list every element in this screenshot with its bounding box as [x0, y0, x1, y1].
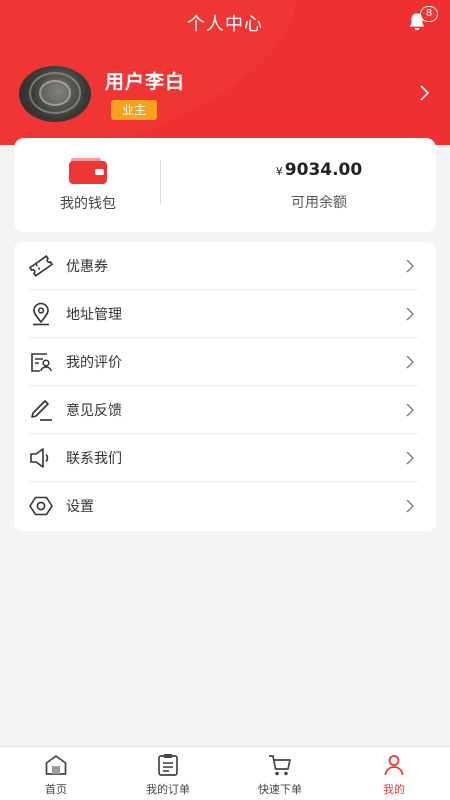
role-badge: 业主 [111, 100, 157, 120]
chevron-right-icon [406, 499, 414, 513]
balance-value: 9034.00 [284, 160, 363, 180]
chevron-right-icon [406, 403, 414, 417]
nav-label: 我的 [383, 783, 405, 796]
currency-symbol: ¥ [275, 165, 283, 178]
profile-header: 个人中心 8 用户李白 业主 [0, 0, 450, 145]
menu-item-contact[interactable]: 联系我们 [14, 434, 436, 482]
chevron-right-icon [406, 307, 414, 321]
avatar[interactable] [19, 66, 91, 122]
menu-item-label: 设置 [66, 499, 94, 515]
wallet-icon [69, 158, 107, 184]
nav-label: 首页 [45, 783, 67, 796]
notification-badge: 8 [420, 6, 438, 22]
menu-item-label: 我的评价 [66, 355, 122, 371]
menu-item-feedback[interactable]: 意见反馈 [14, 386, 436, 434]
review-icon [31, 353, 52, 372]
nav-item-home[interactable]: 首页 [0, 747, 112, 800]
menu-item-label: 联系我们 [66, 451, 122, 467]
menu-list: 优惠券 地址管理 我的评价 意见反馈 联系我们 设置 [14, 242, 436, 531]
balance-amount[interactable]: ¥9034.00 [174, 160, 450, 180]
chevron-right-icon [406, 355, 414, 369]
bottom-nav: 首页 我的订单 快速下单 我的 [0, 746, 450, 800]
home-icon [45, 755, 67, 775]
menu-item-settings[interactable]: 设置 [14, 482, 436, 530]
settings-icon [29, 496, 53, 516]
wallet-card: 我的钱包 ¥9034.00 可用余额 [14, 138, 436, 232]
nav-label: 快速下单 [258, 783, 302, 796]
cart-icon [269, 755, 291, 776]
balance-label: 可用余额 [291, 195, 347, 211]
wallet-button[interactable]: 我的钱包 [14, 138, 160, 232]
user-icon [384, 755, 404, 776]
menu-item-label: 地址管理 [66, 307, 122, 323]
wallet-label: 我的钱包 [60, 196, 116, 212]
page-title: 个人中心 [187, 14, 263, 35]
speaker-icon [30, 448, 49, 468]
divider [160, 160, 161, 204]
location-pin-icon [33, 302, 49, 326]
nav-item-quick-order[interactable]: 快速下单 [224, 747, 336, 800]
chevron-right-icon [406, 259, 414, 273]
coupon-icon [28, 255, 54, 277]
nav-item-orders[interactable]: 我的订单 [112, 747, 224, 800]
orders-icon [158, 754, 178, 776]
username: 用户李白 [105, 71, 186, 93]
nav-label: 我的订单 [146, 783, 190, 796]
menu-item-address[interactable]: 地址管理 [14, 290, 436, 338]
chevron-right-icon[interactable] [418, 84, 430, 102]
menu-item-label: 意见反馈 [66, 403, 122, 419]
avatar-center [39, 80, 71, 106]
chevron-right-icon [406, 451, 414, 465]
menu-item-coupons[interactable]: 优惠券 [14, 242, 436, 290]
nav-item-profile[interactable]: 我的 [338, 747, 450, 800]
menu-item-label: 优惠券 [66, 259, 108, 275]
menu-item-reviews[interactable]: 我的评价 [14, 338, 436, 386]
pen-icon [31, 400, 52, 421]
